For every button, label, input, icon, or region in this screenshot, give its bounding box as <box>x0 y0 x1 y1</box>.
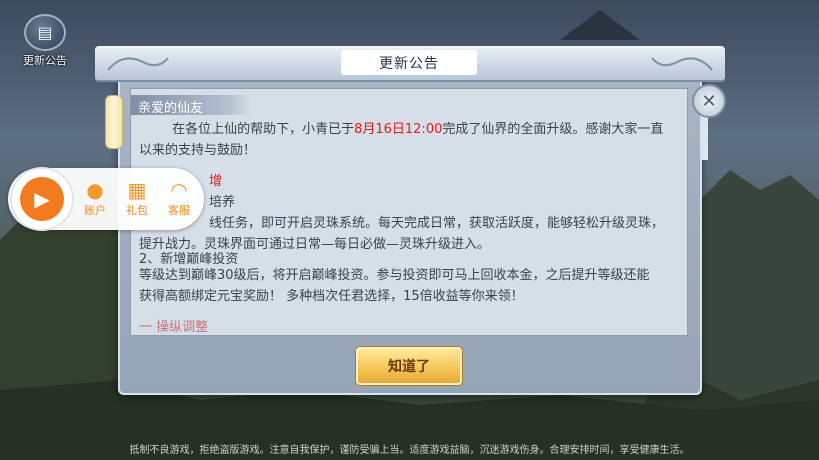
section-head-text: 增 <box>209 174 223 189</box>
intro-line-1: 在各位上仙的帮助下，小青已于8月16日12:00完成了仙界的全面升级。感谢大家一… <box>139 119 679 140</box>
close-button[interactable]: ✕ <box>692 84 726 118</box>
intro-suffix: 完成了仙界的全面升级。感谢大家一直 <box>442 122 664 137</box>
item2-line2: 获得高额绑定元宝奖励！ 多种档次任君选择，15倍收益等你来领！ <box>139 289 524 304</box>
side-decoration <box>702 112 708 160</box>
menu-item-support[interactable]: ◠ 客服 <box>162 178 196 218</box>
close-icon: ✕ <box>701 90 717 112</box>
intro-date: 8月16日12:00 <box>354 122 443 137</box>
menu-item-account-label: 账户 <box>84 204 106 217</box>
dialog-title: 更新公告 <box>341 50 477 75</box>
announcement-shortcut-button[interactable]: ▤ 更新公告 <box>18 14 72 68</box>
intro-prefix: 在各位上仙的帮助下，小青已于 <box>172 122 355 137</box>
ornament-left <box>107 57 169 71</box>
menu-item-gift[interactable]: ▦ 礼包 <box>120 178 154 218</box>
item1-line1: 线任务，即可开启灵珠系统。每天完成日常，获取活跃度，能够轻松升级灵珠， <box>209 216 665 231</box>
section-heading: 增 <box>209 171 687 192</box>
menu-item-gift-label: 礼包 <box>126 204 148 217</box>
item3-partial: 一 操纵调整 <box>139 320 209 335</box>
health-notice: 抵制不良游戏，拒绝盗版游戏。注意自我保护，谨防受骗上当。适度游戏益脑，沉迷游戏伤… <box>129 445 690 456</box>
announcement-content[interactable]: 亲爱的仙友 在各位上仙的帮助下，小青已于8月16日12:00完成了仙界的全面升级… <box>130 88 688 336</box>
item2-line1: 等级达到巅峰30级后，将开启巅峰投资。参与投资即可马上回收本金，之后提升等级还能 <box>139 268 650 283</box>
confirm-button[interactable]: 知道了 <box>356 347 462 385</box>
menu-item-account[interactable]: ● 账户 <box>78 178 112 218</box>
intro-line-2: 以来的支持与鼓励！ <box>139 143 257 158</box>
gift-icon: ▦ <box>127 178 147 202</box>
ornament-right <box>651 57 713 71</box>
item1-title: 培养 <box>209 195 236 210</box>
play-orb-icon: ▶ <box>20 177 64 221</box>
user-icon: ● <box>86 178 104 202</box>
greeting-text: 亲爱的仙友 <box>138 101 204 116</box>
scroll-icon: ▤ <box>24 14 66 51</box>
lantern-decoration <box>105 95 123 149</box>
headset-icon: ◠ <box>170 178 188 202</box>
menu-item-support-label: 客服 <box>168 204 190 217</box>
floating-menu-toggle[interactable]: ▶ <box>10 167 74 231</box>
announcement-shortcut-label: 更新公告 <box>23 54 67 67</box>
